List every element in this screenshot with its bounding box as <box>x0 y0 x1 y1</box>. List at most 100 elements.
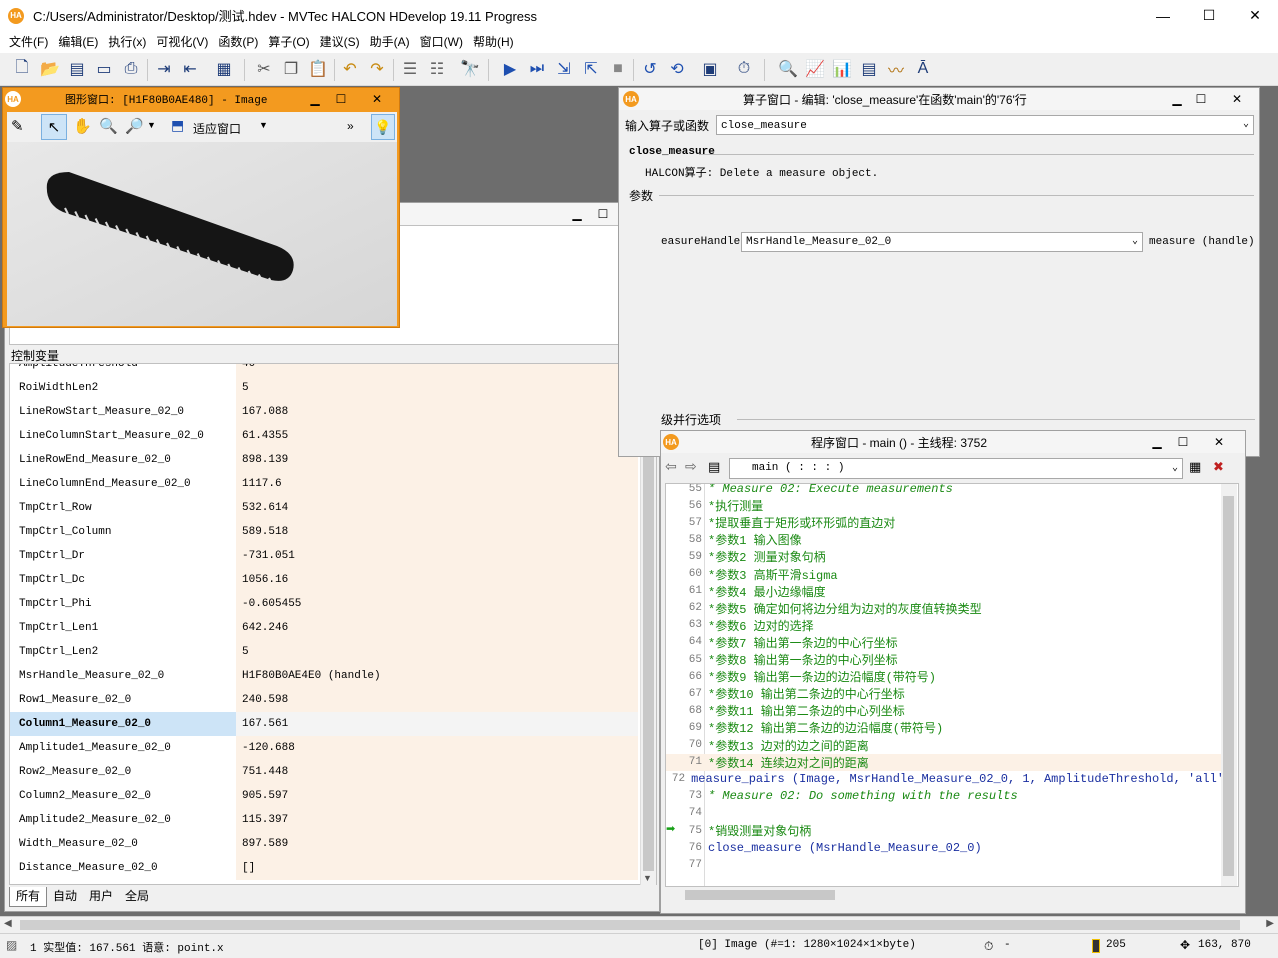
menu-assistants[interactable]: 助手(A) <box>365 31 415 53</box>
variable-row[interactable]: Amplitude2_Measure_02_0 115.397 <box>10 808 638 832</box>
variable-row[interactable]: TmpCtrl_Len2 5 <box>10 640 638 664</box>
variable-row[interactable]: RoiWidthLen2 5 <box>10 376 638 400</box>
code-line[interactable]: 62 *参数5 确定如何将边分组为边对的灰度值转换类型 <box>666 600 1224 617</box>
fit-window-label[interactable]: 适应窗口 <box>193 120 241 137</box>
light-bulb-icon[interactable]: 💡 <box>371 114 395 140</box>
code-line[interactable]: 65 *参数8 输出第一条边的中心列坐标 <box>666 651 1224 669</box>
code-line[interactable]: 71 *参数14 连续边对之间的距离 <box>666 753 1224 771</box>
close-button[interactable]: ✕ <box>367 90 387 108</box>
magnify-icon[interactable]: 🔍 <box>99 117 118 135</box>
feature-histogram-icon[interactable]: 📊 <box>832 59 852 79</box>
menu-window[interactable]: 窗口(W) <box>415 31 468 53</box>
code-line[interactable]: 60 *参数3 高斯平滑sigma <box>666 566 1224 583</box>
procedure-icon[interactable]: ▤ <box>708 459 720 475</box>
chevron-down-icon[interactable]: ⌄ <box>1172 459 1178 478</box>
code-editor[interactable]: ➡ 55 * Measure 02: Execute measurements 56… <box>665 483 1239 887</box>
minimize-button[interactable]: ▁ <box>567 205 587 223</box>
chevron-down-icon[interactable]: ⌄ <box>1243 116 1249 134</box>
stop-icon[interactable]: ■ <box>608 59 628 79</box>
deactivate-line-icon[interactable]: ☷ <box>427 59 447 79</box>
back-arrow-icon[interactable]: ⇦ <box>665 458 677 475</box>
variable-row[interactable]: MsrHandle_Measure_02_0 H1F80B0AE4E0 (hand… <box>10 664 638 688</box>
scroll-left-icon[interactable]: ◀ <box>4 918 12 929</box>
variable-row[interactable]: Width_Measure_02_0 897.589 <box>10 832 638 856</box>
tab-all[interactable]: 所有 <box>9 887 48 907</box>
maximize-button[interactable]: ☐ <box>1191 90 1211 108</box>
menu-procedures[interactable]: 函数(P) <box>213 31 263 53</box>
scrollbar-thumb[interactable] <box>643 403 654 871</box>
code-line[interactable]: 72 measure_pairs (Image, MsrHandle_Measur… <box>666 771 1224 788</box>
pointer-icon[interactable]: ↖ <box>41 114 67 140</box>
zoom-icon[interactable]: 🔎 <box>125 117 144 135</box>
more-tools-button[interactable]: » <box>347 119 354 133</box>
minimize-button[interactable]: — <box>1140 0 1186 31</box>
variable-row[interactable]: Row1_Measure_02_0 240.598 <box>10 688 638 712</box>
scrollbar-thumb[interactable] <box>20 920 1240 930</box>
variable-row[interactable]: Amplitude1_Measure_02_0 -120.688 <box>10 736 638 760</box>
forward-arrow-icon[interactable]: ⇨ <box>685 458 697 475</box>
maximize-button[interactable]: ☐ <box>331 90 351 108</box>
step-out-icon[interactable]: ⇱ <box>581 59 601 79</box>
tab-user[interactable]: 用户 <box>83 887 119 907</box>
scrollbar-thumb[interactable] <box>1223 496 1234 876</box>
open-example-icon[interactable]: ▤ <box>67 59 87 79</box>
scroll-right-icon[interactable]: ▶ <box>1266 918 1274 929</box>
undo-icon[interactable]: ↶ <box>340 59 360 79</box>
variable-row[interactable]: TmpCtrl_Column 589.518 <box>10 520 638 544</box>
edit-icon[interactable]: ✎ <box>11 117 24 135</box>
copy-icon[interactable]: ❐ <box>281 59 301 79</box>
tab-global[interactable]: 全局 <box>119 887 155 907</box>
variable-row[interactable]: TmpCtrl_Len1 642.246 <box>10 616 638 640</box>
horizontal-scrollbar[interactable] <box>665 887 1221 903</box>
image-canvas[interactable] <box>7 142 397 326</box>
pan-hand-icon[interactable]: ✋ <box>73 117 92 135</box>
variable-row[interactable]: LineColumnStart_Measure_02_0 61.4355 <box>10 424 638 448</box>
code-line[interactable]: 68 *参数11 输出第二条边的中心列坐标 <box>666 702 1224 720</box>
procedure-select[interactable]: main ( : : : ) ⌄ <box>729 458 1183 479</box>
code-line[interactable]: 59 *参数2 测量对象句柄 <box>666 548 1224 566</box>
step-icon[interactable]: ⏭ <box>527 59 547 79</box>
code-line[interactable]: 70 *参数13 边对的边之间的距离 <box>666 737 1224 754</box>
feature-inspection-icon[interactable]: ▤ <box>859 59 879 79</box>
import-icon[interactable]: ⇤ <box>180 59 200 79</box>
code-line[interactable]: 57 *提取垂直于矩形或环形弧的直边对 <box>666 514 1224 532</box>
activate-line-icon[interactable]: ☰ <box>400 59 420 79</box>
variable-row[interactable]: Column2_Measure_02_0 905.597 <box>10 784 638 808</box>
reset-icon[interactable]: ⟲ <box>667 59 687 79</box>
tab-auto[interactable]: 自动 <box>47 887 83 907</box>
vertical-scrollbar[interactable] <box>1221 484 1237 886</box>
chevron-down-icon[interactable]: ⌄ <box>1132 233 1138 251</box>
code-line[interactable]: 56 *执行测量 <box>666 497 1224 515</box>
menu-suggestions[interactable]: 建议(S) <box>315 31 365 53</box>
variable-row[interactable]: LineRowStart_Measure_02_0 167.088 <box>10 400 638 424</box>
scrollbar-thumb[interactable] <box>685 890 835 900</box>
reset-program-icon[interactable]: ↺ <box>640 59 660 79</box>
code-line[interactable]: 55 * Measure 02: Execute measurements <box>666 484 1224 497</box>
chevron-down-icon[interactable]: ▼ <box>259 120 268 130</box>
open-file-icon[interactable]: 📂 <box>40 59 60 79</box>
variable-row[interactable]: Column1_Measure_02_0 167.561 <box>10 712 638 736</box>
variable-row[interactable]: TmpCtrl_Phi -0.605455 <box>10 592 638 616</box>
maximize-button[interactable]: ☐ <box>1173 433 1193 451</box>
close-button[interactable]: ✕ <box>1232 0 1278 31</box>
variable-row[interactable]: TmpCtrl_Dc 1056.16 <box>10 568 638 592</box>
code-line[interactable]: 73 * Measure 02: Do something with the re… <box>666 788 1224 805</box>
timer-icon[interactable]: ⏱ <box>734 59 754 79</box>
zoom-window-icon[interactable]: 🔍 <box>778 59 798 79</box>
code-line[interactable]: 74 <box>666 805 1224 822</box>
code-line[interactable]: 61 *参数4 最小边缘幅度 <box>666 583 1224 600</box>
code-line[interactable]: 63 *参数6 边对的选择 <box>666 617 1224 634</box>
menu-help[interactable]: 帮助(H) <box>468 31 519 53</box>
parameter-value-select[interactable]: MsrHandle_Measure_02_0 ⌄ <box>741 232 1143 252</box>
variable-row[interactable]: TmpCtrl_Row 532.614 <box>10 496 638 520</box>
scroll-down-icon[interactable]: ▼ <box>643 873 652 883</box>
operator-input[interactable]: close_measure ⌄ <box>716 115 1254 135</box>
variable-row[interactable]: LineRowEnd_Measure_02_0 898.139 <box>10 448 638 472</box>
redo-icon[interactable]: ↷ <box>367 59 387 79</box>
delete-procedure-icon[interactable]: ✖ <box>1213 459 1224 475</box>
paste-icon[interactable]: 📋 <box>308 59 328 79</box>
variable-row[interactable]: AmplitudeThreshold 40 <box>10 364 638 376</box>
step-into-icon[interactable]: ⇲ <box>554 59 574 79</box>
code-line[interactable]: 66 *参数9 输出第一条边的边沿幅度(带符号) <box>666 668 1224 686</box>
variable-row[interactable]: Distance_Measure_02_0[] <box>10 856 638 880</box>
